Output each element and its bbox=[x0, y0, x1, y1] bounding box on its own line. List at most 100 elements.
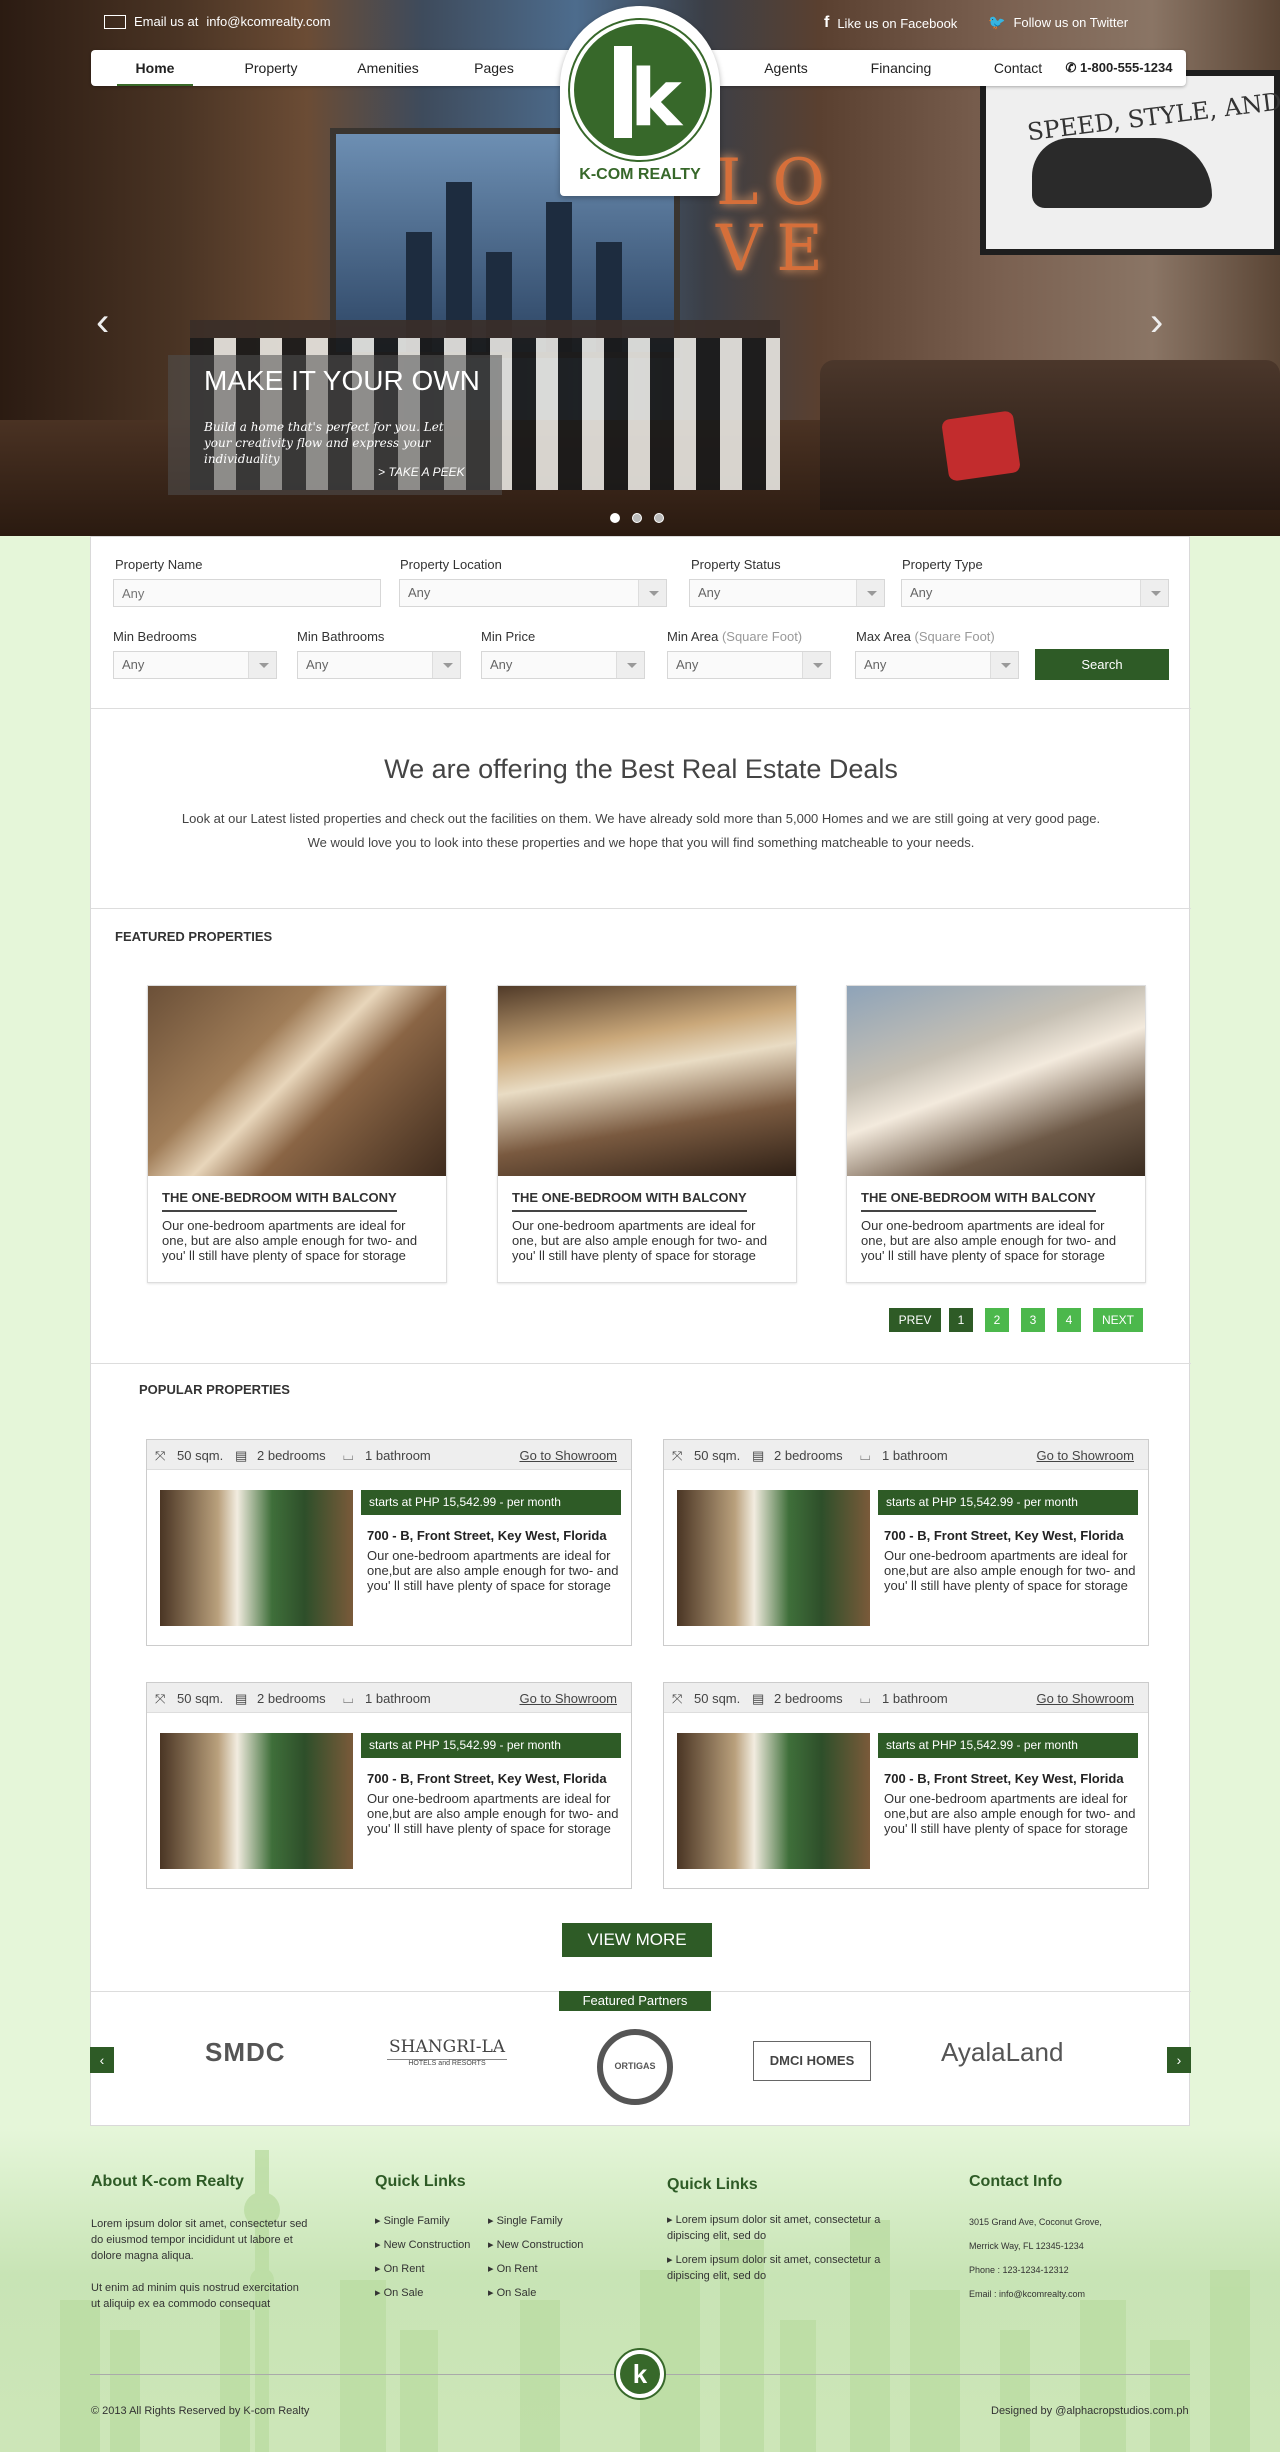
area-icon: ⤧ bbox=[672, 1448, 683, 1463]
chevron-down-icon bbox=[638, 580, 666, 606]
bath-icon: ⌴ bbox=[860, 1448, 871, 1463]
go-to-showroom-link[interactable]: Go to Showroom bbox=[519, 1691, 617, 1706]
min-price-select[interactable]: Any bbox=[481, 651, 645, 679]
nav-contact[interactable]: Contact bbox=[983, 50, 1053, 86]
footer-link[interactable]: ▸ Single Family bbox=[488, 2214, 563, 2227]
footer-link[interactable]: ▸ On Rent bbox=[488, 2262, 538, 2275]
footer-phone: Phone : 123-1234-12312 bbox=[969, 2265, 1069, 2275]
slider-dots bbox=[610, 513, 664, 523]
footer-email[interactable]: Email : info@kcomrealty.com bbox=[969, 2286, 1085, 2302]
property-location-select[interactable]: Any bbox=[399, 579, 667, 607]
nav-property[interactable]: Property bbox=[231, 50, 311, 86]
take-a-peek-link[interactable]: > TAKE A PEEK bbox=[378, 465, 465, 479]
card-text: Our one-bedroom apartments are ideal for… bbox=[162, 1218, 418, 1263]
chevron-down-icon bbox=[616, 652, 644, 678]
partner-dmci-homes[interactable]: DMCI HOMES bbox=[753, 2041, 871, 2081]
area-value: 50 sqm. bbox=[177, 1448, 224, 1463]
intro-line-2: We would love you to look into these pro… bbox=[307, 835, 975, 850]
card-title: THE ONE-BEDROOM WITH BALCONY bbox=[861, 1190, 1096, 1212]
twitter-link[interactable]: 🐦 Follow us on Twitter bbox=[988, 14, 1128, 31]
email-label: Email us at bbox=[134, 14, 199, 29]
nav-agents[interactable]: Agents bbox=[751, 50, 821, 86]
logo-mark: k bbox=[630, 54, 682, 144]
go-to-showroom-link[interactable]: Go to Showroom bbox=[1036, 1691, 1134, 1706]
chevron-down-icon bbox=[248, 652, 276, 678]
footer-address-1: 3015 Grand Ave, Coconut Grove, bbox=[969, 2217, 1102, 2227]
slider-dot[interactable] bbox=[632, 513, 642, 523]
pager-page-4[interactable]: 4 bbox=[1057, 1308, 1081, 1332]
min-area-select[interactable]: Any bbox=[667, 651, 831, 679]
card-text: Our one-bedroom apartments are ideal for… bbox=[861, 1218, 1117, 1263]
go-to-showroom-link[interactable]: Go to Showroom bbox=[1036, 1448, 1134, 1463]
footer-logo[interactable]: k bbox=[614, 2348, 666, 2400]
min-bathrooms-select[interactable]: Any bbox=[297, 651, 461, 679]
footer-link[interactable]: ▸ On Sale bbox=[488, 2286, 536, 2299]
footer-link[interactable]: ▸ Lorem ipsum dolor sit amet, consectetu… bbox=[667, 2212, 907, 2244]
brand-logo[interactable]: k K-COM REALTY bbox=[560, 6, 720, 196]
pager-page-1[interactable]: 1 bbox=[949, 1308, 973, 1332]
property-location-label: Property Location bbox=[400, 557, 502, 572]
property-image bbox=[677, 1490, 870, 1626]
facebook-link[interactable]: f Like us on Facebook bbox=[824, 14, 957, 32]
area-icon: ⤧ bbox=[155, 1691, 166, 1706]
partner-ortigas[interactable]: ORTIGAS bbox=[597, 2029, 673, 2105]
featured-card[interactable]: THE ONE-BEDROOM WITH BALCONY Our one-bed… bbox=[846, 985, 1146, 1283]
partner-shangri-la[interactable]: SHANGRI-LA HOTELS and RESORTS bbox=[387, 2037, 507, 2067]
logo-text: K-COM REALTY bbox=[579, 166, 701, 183]
view-more-button[interactable]: VIEW MORE bbox=[562, 1923, 712, 1957]
go-to-showroom-link[interactable]: Go to Showroom bbox=[519, 1448, 617, 1463]
slider-next-icon[interactable]: › bbox=[1150, 300, 1163, 345]
popular-property[interactable]: ⤧ 50 sqm. ▤ 2 bedrooms ⌴ 1 bathroom Go to S… bbox=[146, 1682, 632, 1889]
property-type-select[interactable]: Any bbox=[901, 579, 1169, 607]
bath-icon: ⌴ bbox=[860, 1691, 871, 1706]
property-name-input[interactable] bbox=[113, 579, 381, 607]
baths-value: 1 bathroom bbox=[365, 1448, 431, 1463]
twitter-icon: 🐦 bbox=[988, 14, 1006, 30]
partners-prev-icon[interactable]: ‹ bbox=[90, 2047, 114, 2073]
featured-card[interactable]: THE ONE-BEDROOM WITH BALCONY Our one-bed… bbox=[147, 985, 447, 1283]
area-icon: ⤧ bbox=[672, 1691, 683, 1706]
price-badge: starts at PHP 15,542.99 - per month bbox=[361, 1490, 621, 1515]
designed-by-text[interactable]: Designed by @alphacropstudios.com.ph bbox=[991, 2405, 1189, 2417]
footer-address-2: Merrick Way, FL 12345-1234 bbox=[969, 2241, 1084, 2251]
logo-emblem: k bbox=[570, 20, 710, 160]
facebook-label: Like us on Facebook bbox=[837, 15, 958, 31]
nav-financing[interactable]: Financing bbox=[861, 50, 941, 86]
slider-prev-icon[interactable]: ‹ bbox=[96, 300, 109, 345]
footer-link[interactable]: ▸ On Sale bbox=[375, 2286, 423, 2299]
popular-property[interactable]: ⤧ 50 sqm. ▤ 2 bedrooms ⌴ 1 bathroom Go to S… bbox=[663, 1439, 1149, 1646]
popular-property[interactable]: ⤧ 50 sqm. ▤ 2 bedrooms ⌴ 1 bathroom Go to S… bbox=[663, 1682, 1149, 1889]
pager-page-3[interactable]: 3 bbox=[1021, 1308, 1045, 1332]
featured-card[interactable]: THE ONE-BEDROOM WITH BALCONY Our one-bed… bbox=[497, 985, 797, 1283]
partners-next-icon[interactable]: › bbox=[1167, 2047, 1191, 2073]
property-address: 700 - B, Front Street, Key West, Florida bbox=[884, 1771, 1124, 1786]
area-icon: ⤧ bbox=[155, 1448, 166, 1463]
max-area-select[interactable]: Any bbox=[855, 651, 1019, 679]
popular-property[interactable]: ⤧ 50 sqm. ▤ 2 bedrooms ⌴ 1 bathroom Go to S… bbox=[146, 1439, 632, 1646]
footer-link[interactable]: ▸ Lorem ipsum dolor sit amet, consectetu… bbox=[667, 2252, 907, 2284]
email-address[interactable]: info@kcomrealty.com bbox=[206, 14, 330, 29]
partner-ayalaland[interactable]: AyalaLand bbox=[941, 2037, 1063, 2068]
pager-page-2[interactable]: 2 bbox=[985, 1308, 1009, 1332]
property-name-label: Property Name bbox=[115, 557, 203, 572]
pager-prev-button[interactable]: PREV bbox=[889, 1308, 941, 1332]
property-status-select[interactable]: Any bbox=[689, 579, 885, 607]
min-bedrooms-select[interactable]: Any bbox=[113, 651, 277, 679]
footer-link[interactable]: ▸ On Rent bbox=[375, 2262, 425, 2275]
property-image bbox=[498, 986, 796, 1176]
chevron-down-icon bbox=[802, 652, 830, 678]
email-contact[interactable]: Email us at info@kcomrealty.com bbox=[104, 14, 331, 29]
footer-link[interactable]: ▸ New Construction bbox=[488, 2238, 583, 2251]
slider-dot[interactable] bbox=[610, 513, 620, 523]
nav-home[interactable]: Home bbox=[117, 50, 193, 86]
chevron-down-icon bbox=[1140, 580, 1168, 606]
pager-next-button[interactable]: NEXT bbox=[1093, 1308, 1143, 1332]
nav-pages[interactable]: Pages bbox=[461, 50, 527, 86]
search-button[interactable]: Search bbox=[1035, 649, 1169, 680]
footer-link[interactable]: ▸ New Construction bbox=[375, 2238, 470, 2251]
nav-amenities[interactable]: Amenities bbox=[343, 50, 433, 86]
nav-phone[interactable]: ✆ 1-800-555-1234 bbox=[1059, 50, 1179, 86]
footer-link[interactable]: ▸ Single Family bbox=[375, 2214, 450, 2227]
partner-smdc[interactable]: SMDC bbox=[205, 2037, 286, 2068]
slider-dot[interactable] bbox=[654, 513, 664, 523]
